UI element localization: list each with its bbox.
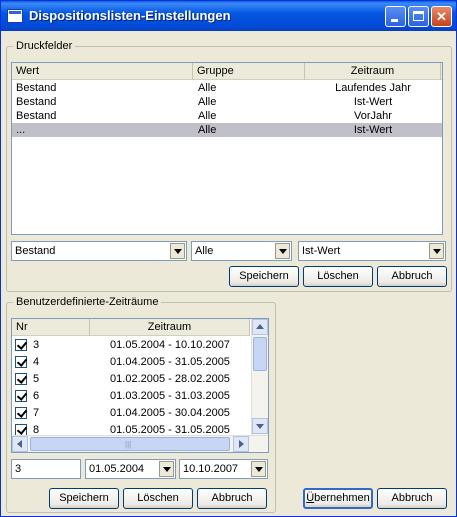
cell-zeitraum: 01.04.2005 - 31.05.2005 (110, 356, 230, 368)
scroll-down-icon[interactable] (252, 418, 268, 434)
row-checkbox[interactable] (15, 356, 27, 368)
title-bar[interactable]: Dispositionslisten-Einstellungen ✕ (1, 1, 456, 31)
from-date-picker[interactable]: 01.05.2004 (85, 459, 176, 479)
close-button[interactable]: ✕ (431, 6, 452, 27)
cell-nr: 4 (33, 356, 40, 368)
cell-gruppe: Alle (198, 124, 217, 136)
cell-zeitraum: Ist-Wert (353, 96, 393, 108)
vertical-scroll-thumb[interactable] (253, 337, 267, 371)
to-date-picker[interactable]: 10.10.2007 (179, 459, 268, 479)
maximize-button[interactable] (408, 6, 429, 27)
druckfelder-delete-button[interactable]: Löschen (303, 266, 373, 287)
row-checkbox[interactable] (15, 339, 27, 351)
zeitraum-row[interactable]: 7 01.04.2005 - 30.04.2005 (12, 406, 250, 420)
cell-zeitraum: Ist-Wert (353, 124, 393, 136)
cell-zeitraum: 01.02.2005 - 28.02.2005 (110, 373, 230, 385)
cell-zeitraum: 01.04.2005 - 30.04.2005 (110, 407, 230, 419)
to-date-value: 10.10.2007 (183, 463, 239, 475)
cell-nr: 5 (33, 373, 40, 385)
column-header-wert[interactable]: Wert (12, 63, 193, 80)
scroll-left-icon[interactable] (12, 436, 28, 452)
apply-button-mnemonic: Ü (306, 492, 315, 504)
nr-input-value: 3 (15, 463, 22, 475)
cell-wert: Bestand (16, 110, 57, 122)
window-icon (7, 9, 23, 23)
gruppe-select[interactable]: Alle (191, 241, 292, 261)
zeitraum-select-value: Ist-Wert (302, 245, 341, 257)
chevron-down-icon[interactable] (275, 243, 290, 259)
zeitraum-row[interactable]: 5 01.02.2005 - 28.02.2005 (12, 372, 250, 386)
vertical-scrollbar[interactable] (251, 319, 268, 435)
window-title: Dispositionslisten-Einstellungen (29, 8, 231, 23)
chevron-down-icon[interactable] (159, 461, 174, 477)
wert-select-value: Bestand (15, 245, 56, 257)
cell-wert: Bestand (16, 96, 57, 108)
zeitraeume-header: Nr Zeitraum (12, 319, 250, 336)
druckfelder-row-selected[interactable]: ... Alle Ist-Wert (12, 123, 442, 137)
close-icon: ✕ (436, 9, 447, 24)
horizontal-scroll-thumb[interactable]: ||| (30, 437, 230, 451)
maximize-icon (413, 11, 424, 21)
apply-button[interactable]: Übernehmen (303, 488, 373, 509)
zeitraum-select[interactable]: Ist-Wert (298, 241, 446, 261)
zeitraum-save-button[interactable]: Speichern (49, 488, 119, 509)
dialog-cancel-button[interactable]: Abbruch (377, 488, 447, 509)
zeitraeume-list[interactable]: Nr Zeitraum 3 01.05.2004 - 10.10.2007 4 … (11, 318, 269, 453)
druckfelder-cancel-button[interactable]: Abbruch (377, 266, 447, 287)
zeitraum-cancel-button[interactable]: Abbruch (197, 488, 267, 509)
cell-zeitraum: Laufendes Jahr (335, 82, 411, 94)
cell-nr: 6 (33, 390, 40, 402)
nr-input[interactable]: 3 (11, 459, 81, 479)
druckfelder-group-label: Druckfelder (13, 40, 76, 52)
zeitraeume-group-label: Benutzerdefinierte-Zeiträume (13, 296, 162, 308)
cell-wert: Bestand (16, 82, 57, 94)
from-date-value: 01.05.2004 (89, 463, 145, 475)
apply-button-label: bernehmen (314, 492, 370, 504)
horizontal-scrollbar[interactable]: ||| (12, 435, 268, 452)
druckfelder-header: Wert Gruppe Zeitraum (12, 63, 442, 80)
cell-wert: ... (16, 124, 26, 136)
zeitraum-row[interactable]: 3 01.05.2004 - 10.10.2007 (12, 338, 250, 352)
zeitraum-delete-button[interactable]: Löschen (123, 488, 193, 509)
column-header-gruppe[interactable]: Gruppe (193, 63, 305, 80)
druckfelder-row[interactable]: Bestand Alle Laufendes Jahr (12, 81, 442, 95)
zeitraum-row[interactable]: 6 01.03.2005 - 31.03.2005 (12, 389, 250, 403)
chevron-down-icon[interactable] (429, 243, 444, 259)
minimize-button[interactable] (385, 6, 406, 27)
column-header-nr[interactable]: Nr (12, 319, 90, 336)
row-checkbox[interactable] (15, 390, 27, 402)
druckfelder-save-button[interactable]: Speichern (229, 266, 299, 287)
cell-gruppe: Alle (198, 110, 217, 122)
column-header-zeitraum[interactable]: Zeitraum (90, 319, 250, 336)
column-header-zeitraum[interactable]: Zeitraum (305, 63, 441, 80)
cell-zeitraum: 01.05.2004 - 10.10.2007 (110, 339, 230, 351)
cell-gruppe: Alle (198, 96, 217, 108)
chevron-down-icon[interactable] (170, 243, 185, 259)
minimize-icon (391, 19, 398, 22)
cell-zeitraum: VorJahr (354, 110, 392, 122)
row-checkbox[interactable] (15, 373, 27, 385)
cell-nr: 3 (33, 339, 40, 351)
druckfelder-list[interactable]: Wert Gruppe Zeitraum Bestand Alle Laufen… (11, 62, 443, 235)
gruppe-select-value: Alle (195, 245, 214, 257)
cell-nr: 7 (33, 407, 40, 419)
druckfelder-row[interactable]: Bestand Alle VorJahr (12, 109, 442, 123)
grip-icon: ||| (125, 440, 132, 449)
druckfelder-row[interactable]: Bestand Alle Ist-Wert (12, 95, 442, 109)
chevron-down-icon[interactable] (251, 461, 266, 477)
dialog-window: Dispositionslisten-Einstellungen ✕ Druck… (0, 0, 457, 517)
cell-zeitraum: 01.03.2005 - 31.03.2005 (110, 390, 230, 402)
wert-select[interactable]: Bestand (11, 241, 187, 261)
scroll-right-icon[interactable] (233, 436, 249, 452)
scroll-up-icon[interactable] (252, 319, 268, 335)
row-checkbox[interactable] (15, 407, 27, 419)
cell-gruppe: Alle (198, 82, 217, 94)
zeitraum-row[interactable]: 4 01.04.2005 - 31.05.2005 (12, 355, 250, 369)
